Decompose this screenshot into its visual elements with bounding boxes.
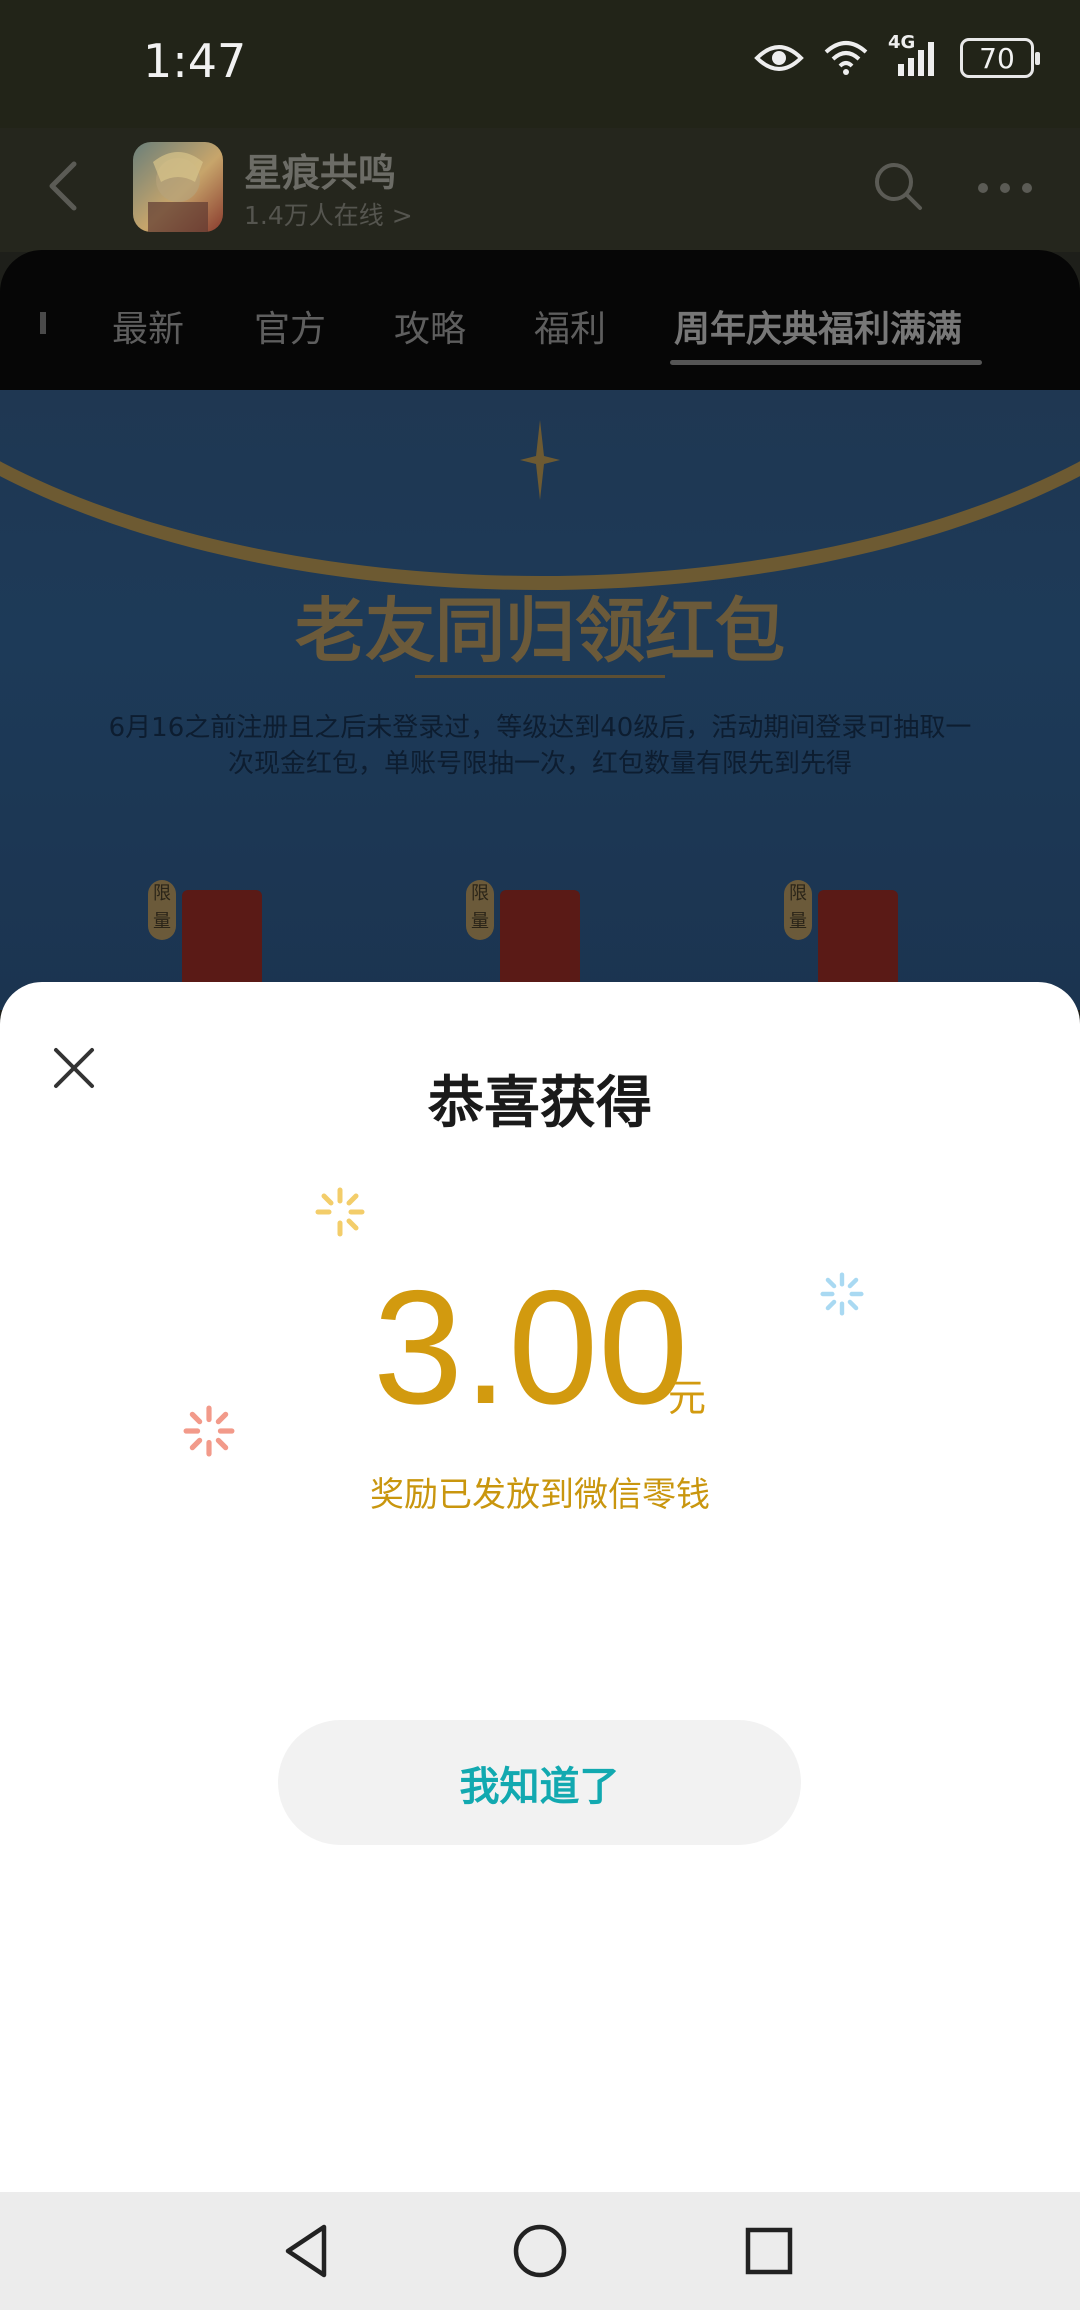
reward-message: 奖励已发放到微信零钱 <box>370 1475 710 1515</box>
home-circle-icon[interactable] <box>508 2219 572 2283</box>
heading-divider <box>415 675 665 678</box>
back-arrow-icon[interactable] <box>38 156 88 216</box>
back-triangle-icon[interactable] <box>276 2219 340 2283</box>
online-count[interactable]: 1.4万人在线 > <box>244 196 413 232</box>
battery-level: 70 <box>979 41 1015 75</box>
reward-amount: 3.00 <box>373 1257 689 1438</box>
limited-badge: 限量 <box>784 880 812 940</box>
app-header: 星痕共鸣 1.4万人在线 > <box>0 128 1080 252</box>
sparkle-icon <box>315 1187 365 1237</box>
event-banner: 老友同归领红包 6月16之前注册且之后未登录过，等级达到40级后，活动期间登录可… <box>0 390 1080 1010</box>
limited-badge: 限量 <box>466 880 494 940</box>
more-icon[interactable] <box>975 163 1035 213</box>
tab-anniversary[interactable]: 周年庆典福利满满 <box>674 300 962 352</box>
reward-unit: 元 <box>668 1376 707 1420</box>
tab-official[interactable]: 官方 <box>254 300 326 352</box>
tab-guides[interactable]: 攻略 <box>394 300 466 352</box>
sparkle-icon <box>183 1405 235 1457</box>
tab-overflow-indicator <box>40 312 46 334</box>
banner-description: 6月16之前注册且之后未登录过，等级达到40级后，活动期间登录可抽取一次现金红包… <box>108 713 972 779</box>
eye-icon <box>754 45 804 71</box>
sparkle-icon <box>820 1272 864 1316</box>
banner-heading: 老友同归领红包 <box>295 589 785 672</box>
status-icons: 4G 70 <box>754 32 1040 78</box>
status-time: 1:47 <box>143 34 247 88</box>
tab-active-indicator <box>670 360 982 365</box>
dialog-title: 恭喜获得 <box>428 1071 652 1136</box>
tab-bar: 最新 官方 攻略 福利 周年庆典福利满满 <box>0 250 1080 390</box>
app-avatar[interactable] <box>133 142 223 232</box>
wifi-icon <box>824 41 868 75</box>
signal-icon: 4G <box>888 32 942 78</box>
reward-dialog: 恭喜获得 3.00 元 奖励已发放到微信零钱 我知道了 <box>0 982 1080 2192</box>
limited-badge: 限量 <box>148 880 176 940</box>
status-bar: 1:47 4G 70 <box>0 0 1080 128</box>
tab-latest[interactable]: 最新 <box>112 300 184 352</box>
app-title[interactable]: 星痕共鸣 <box>244 142 396 197</box>
recents-square-icon[interactable] <box>737 2219 801 2283</box>
battery-icon: 70 <box>960 38 1040 78</box>
tab-welfare[interactable]: 福利 <box>534 300 606 352</box>
search-icon[interactable] <box>870 158 926 214</box>
system-nav-bar <box>0 2192 1080 2310</box>
confirm-button[interactable]: 我知道了 <box>278 1720 801 1845</box>
star-sparkle-icon <box>520 420 560 500</box>
